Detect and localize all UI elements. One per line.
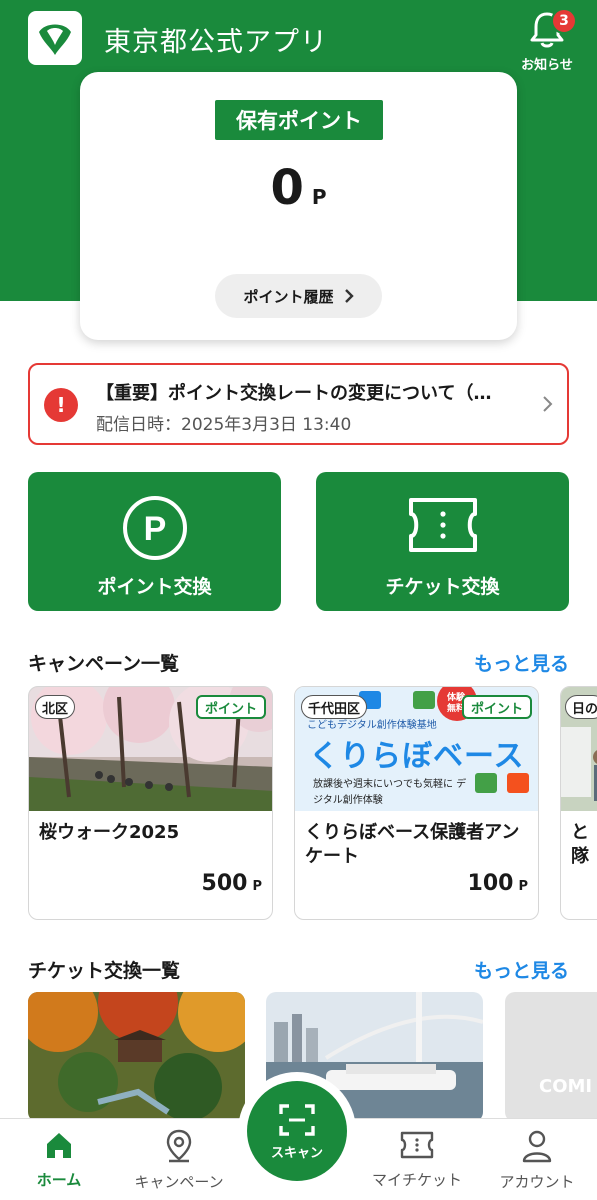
campaign-points: 100 P bbox=[467, 871, 528, 896]
points-unit: P bbox=[311, 185, 327, 209]
exclamation-icon: ! bbox=[44, 388, 78, 422]
point-tag: ポイント bbox=[461, 695, 532, 719]
map-pin-icon bbox=[166, 1129, 192, 1163]
points-label: 保有ポイント bbox=[215, 100, 383, 140]
scan-icon bbox=[279, 1103, 315, 1136]
region-badge: 北区 bbox=[35, 695, 76, 719]
app-title: 東京都公式アプリ bbox=[104, 27, 328, 58]
ticket-image bbox=[28, 992, 245, 1122]
image-heading: くりらぼベース bbox=[309, 739, 525, 774]
ticket-card[interactable] bbox=[28, 992, 245, 1122]
notice-date: 配信日時：2025年3月3日 13:40 bbox=[96, 415, 352, 435]
campaign-card[interactable]: 日の と隊 bbox=[560, 686, 597, 920]
svg-text:P: P bbox=[143, 510, 166, 548]
scan-label: スキャン bbox=[270, 1145, 323, 1161]
campaign-points: 500 P bbox=[201, 871, 262, 896]
ticket-more-link[interactable]: もっと見る bbox=[474, 956, 569, 983]
nav-home[interactable]: ホーム bbox=[4, 1129, 114, 1190]
notification-count-badge: 3 bbox=[551, 8, 577, 34]
nav-account[interactable]: アカウント bbox=[482, 1129, 592, 1192]
point-history-label: ポイント履歴 bbox=[243, 287, 334, 306]
bell-icon: 3 bbox=[527, 8, 577, 50]
campaign-card[interactable]: 北区 ポイント 桜ウォーク2025 500 P bbox=[28, 686, 273, 920]
ticket-icon bbox=[408, 498, 477, 552]
nav-campaign[interactable]: キャンペーン bbox=[124, 1129, 234, 1192]
point-coin-icon: P bbox=[122, 496, 187, 560]
image-body-text: 放課後や週末にいつでも気軽に デジタル創作体験 bbox=[313, 779, 467, 806]
notifications-label: お知らせ bbox=[521, 58, 573, 73]
ticket-exchange-button[interactable]: チケット交換 bbox=[316, 472, 569, 611]
points-card: 保有ポイント 0P ポイント履歴 bbox=[80, 72, 517, 340]
notice-title: 【重要】ポイント交換レートの変更について（… bbox=[96, 383, 492, 404]
campaign-more-link[interactable]: もっと見る bbox=[474, 649, 569, 676]
home-icon bbox=[47, 1133, 71, 1158]
ticket-exchange-label: チケット交換 bbox=[385, 576, 500, 598]
scan-button[interactable]: スキャン bbox=[238, 1072, 356, 1190]
ticket-section-title: チケット交換一覧 bbox=[28, 960, 181, 982]
point-tag: ポイント bbox=[195, 695, 266, 719]
nav-my-ticket[interactable]: マイチケット bbox=[362, 1129, 472, 1190]
ticket-icon bbox=[400, 1131, 434, 1159]
point-exchange-label: ポイント交換 bbox=[97, 576, 212, 598]
campaign-title: と隊 bbox=[571, 822, 589, 867]
point-history-button[interactable]: ポイント履歴 bbox=[215, 274, 382, 318]
important-notice-banner[interactable]: ! 【重要】ポイント交換レートの変更について（… 配信日時：2025年3月3日 … bbox=[28, 363, 569, 445]
campaign-card[interactable]: こどもデジタル創作体験基地 くりらぼベース 放課後や週末にいつでも気軽に デジタ… bbox=[294, 686, 539, 920]
notifications-button[interactable]: 3 お知らせ bbox=[514, 8, 580, 78]
point-exchange-button[interactable]: P ポイント交換 bbox=[28, 472, 281, 611]
points-value: 0P bbox=[80, 160, 517, 216]
coming-soon-label: COMI bbox=[539, 1076, 593, 1097]
ticket-card[interactable]: COMI bbox=[505, 992, 597, 1122]
campaign-title: 桜ウォーク2025 bbox=[39, 822, 180, 843]
campaign-section-title: キャンペーン一覧 bbox=[28, 653, 180, 675]
chevron-right-icon bbox=[344, 289, 354, 303]
region-badge: 千代田区 bbox=[301, 695, 368, 719]
region-badge: 日の bbox=[565, 695, 597, 719]
app-logo bbox=[28, 11, 82, 65]
chevron-right-icon bbox=[543, 396, 553, 412]
campaign-title: くりらぼベース保護者アンケート bbox=[305, 822, 520, 867]
user-icon bbox=[522, 1130, 552, 1163]
tokyo-logo-icon bbox=[39, 24, 71, 55]
points-number: 0 bbox=[270, 160, 304, 216]
